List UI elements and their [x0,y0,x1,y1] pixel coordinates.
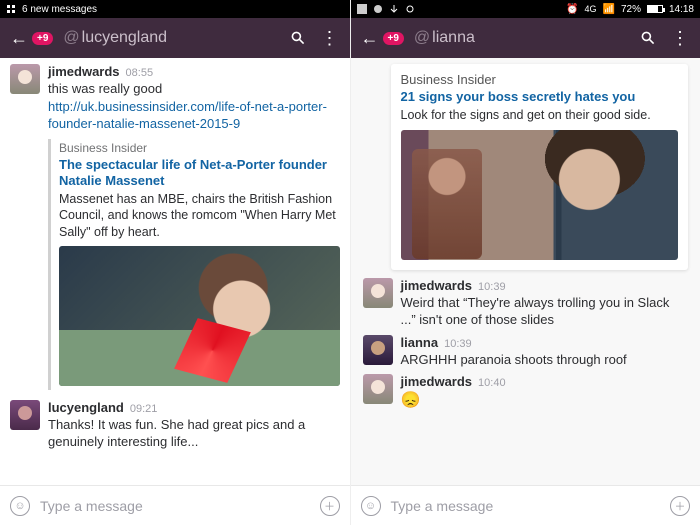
attachment-description: Massenet has an MBE, chairs the British … [59,191,340,240]
phone-left: 6 new messages ← +9 @lucyengland ⋮ jimed… [0,0,350,525]
channel-title[interactable]: @lucyengland [63,29,279,47]
arrow-left-icon: ← [10,28,28,49]
attachment-title: The spectacular life of Net-a-Porter fou… [59,157,340,190]
avatar[interactable] [363,374,393,404]
emoji-picker-icon[interactable]: ☺ [361,496,381,516]
message: lianna 10:39 ARGHHH paranoia shoots throu… [357,335,695,369]
message: jimedwards 08:55 this was really good ht… [10,64,340,390]
attachment-image [59,246,340,386]
message-composer: ☺ Type a message ＋ [351,485,700,525]
link-attachment[interactable]: Business Insider The spectacular life of… [48,139,340,390]
composer-input[interactable]: Type a message [40,498,310,514]
emoji-picker-icon[interactable]: ☺ [10,496,30,516]
message-text: Thanks! It was fun. She had great pics a… [48,416,340,451]
alarm-icon: ⏰ [566,4,578,15]
at-icon: @ [63,29,79,46]
at-icon: @ [414,29,430,46]
username[interactable]: jimedwards [48,64,120,79]
attachment-site: Business Insider [59,141,340,155]
message-emoji: 😞 [401,390,689,412]
avatar[interactable] [363,335,393,365]
unread-badge: +9 [383,32,404,45]
notif-icon [405,4,415,14]
composer-input[interactable]: Type a message [391,498,661,514]
phone-right: ⏰ 4G 📶 72% 14:18 ← +9 @lianna ⋮ Business… [350,0,700,525]
avatar[interactable] [10,64,40,94]
unread-badge: +9 [32,32,53,45]
message-list: jimedwards 08:55 this was really good ht… [0,58,350,485]
notif-icon [357,4,367,14]
back-button[interactable]: ← +9 [10,28,53,49]
download-icon [389,4,399,14]
username[interactable]: jimedwards [401,278,473,293]
timestamp: 08:55 [126,67,154,79]
message-list: Business Insider 21 signs your boss secr… [351,58,700,485]
message-composer: ☺ Type a message ＋ [0,485,350,525]
battery-icon [647,5,663,13]
message-text: this was really good http://uk.businessi… [48,80,340,133]
app-header: ← +9 @lianna ⋮ [351,18,700,58]
timestamp: 10:40 [478,377,506,389]
signal-icon: 📶 [603,4,615,15]
timestamp: 09:21 [130,403,158,415]
message-text: ARGHHH paranoia shoots through roof [401,351,689,369]
timestamp: 10:39 [478,281,506,293]
status-bar: 6 new messages [0,0,350,18]
status-bar: ⏰ 4G 📶 72% 14:18 [351,0,700,18]
username[interactable]: jimedwards [401,374,473,389]
attachment-image [401,130,679,260]
attachment-site: Business Insider [401,72,679,87]
attachment-title: 21 signs your boss secretly hates you [401,89,679,105]
search-icon[interactable] [290,30,310,46]
app-header: ← +9 @lucyengland ⋮ [0,18,350,58]
statusbar-text: 6 new messages [22,4,97,15]
message: jimedwards 10:39 Weird that “They're alwa… [357,278,695,329]
search-icon[interactable] [640,30,660,46]
network-label: 4G [584,4,596,14]
arrow-left-icon: ← [361,28,379,49]
add-attachment-icon[interactable]: ＋ [320,496,340,516]
battery-pct: 72% [621,4,641,15]
message: jimedwards 10:40 😞 [357,374,695,412]
attachment-description: Look for the signs and get on their good… [401,107,679,123]
timestamp: 10:39 [444,338,472,350]
clock: 14:18 [669,4,694,15]
username[interactable]: lucyengland [48,400,124,415]
avatar[interactable] [10,400,40,430]
slack-statusbar-icon [6,4,16,14]
avatar[interactable] [363,278,393,308]
link-attachment[interactable]: Business Insider 21 signs your boss secr… [391,64,689,270]
username[interactable]: lianna [401,335,439,350]
message: lucyengland 09:21 Thanks! It was fun. Sh… [10,400,340,451]
add-attachment-icon[interactable]: ＋ [670,496,690,516]
back-button[interactable]: ← +9 [361,28,404,49]
notif-icon [373,4,383,14]
message-link[interactable]: http://uk.businessinsider.com/life-of-ne… [48,99,327,132]
message-text: Weird that “They're always trolling you … [401,294,689,329]
channel-title[interactable]: @lianna [414,29,630,47]
